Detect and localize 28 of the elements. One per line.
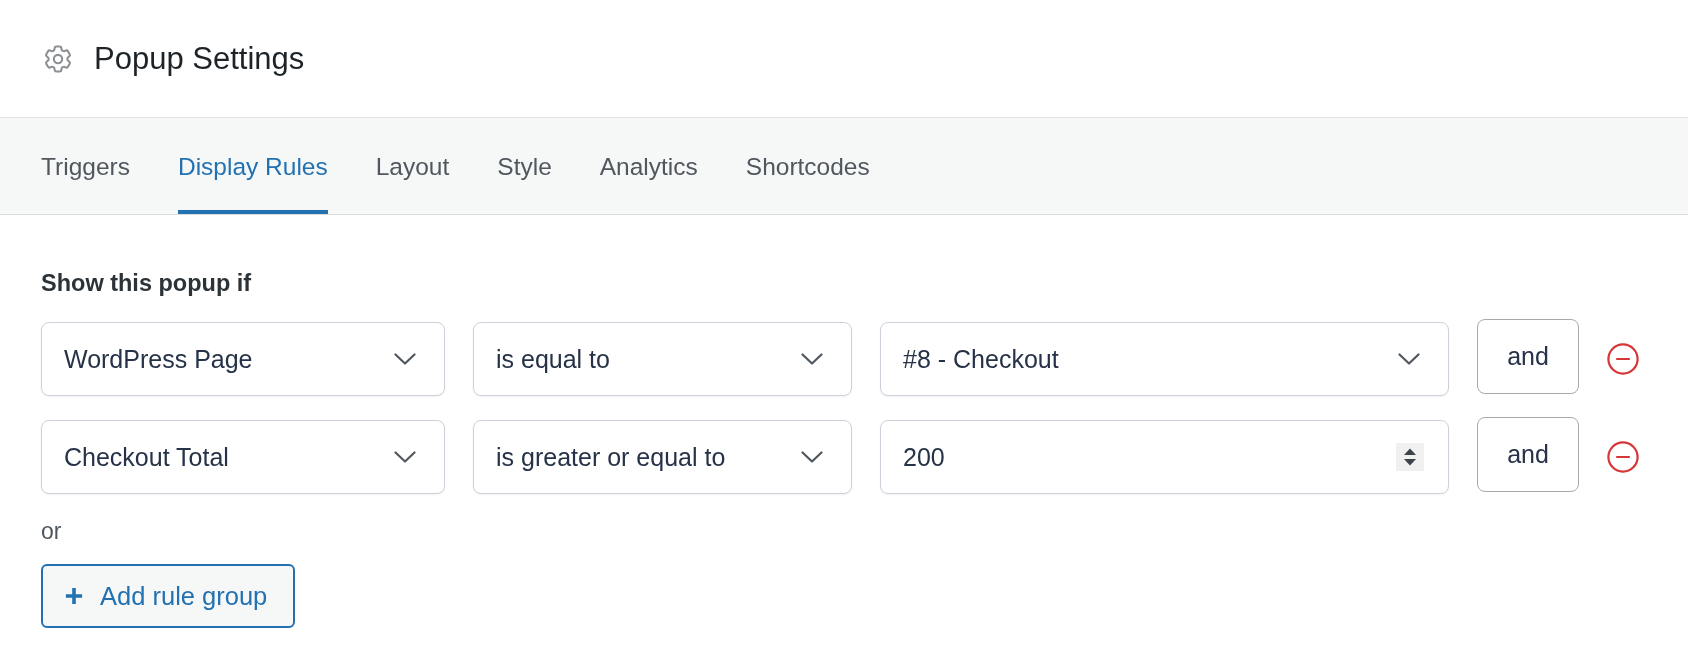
- page-title: Popup Settings: [94, 40, 305, 77]
- tab[interactable]: Style: [497, 118, 552, 214]
- number-field[interactable]: 200: [880, 420, 1449, 494]
- chevron-down-icon: [1398, 353, 1420, 365]
- chevron-down-icon: [394, 451, 416, 463]
- tab[interactable]: Display Rules: [177, 118, 328, 214]
- dropdown[interactable]: #8 - Checkout: [880, 322, 1449, 396]
- add-rule-group-button[interactable]: Add rule group: [41, 564, 295, 628]
- or-label: or: [41, 517, 63, 545]
- dropdown[interactable]: WordPress Page: [41, 322, 445, 396]
- chevron-down-icon: [801, 353, 823, 365]
- tab[interactable]: Layout: [375, 118, 450, 214]
- tab[interactable]: Triggers: [41, 118, 130, 214]
- dropdown[interactable]: Checkout Total: [41, 420, 445, 494]
- plus-icon: [65, 587, 83, 605]
- rules-heading: Show this popup if: [41, 269, 253, 297]
- chevron-down-icon: [394, 353, 416, 365]
- stepper-icon[interactable]: [1396, 443, 1424, 471]
- tab[interactable]: Analytics: [599, 118, 698, 214]
- chevron-down-icon: [801, 451, 823, 463]
- settings-icon: [43, 44, 73, 73]
- dropdown[interactable]: is equal to: [473, 322, 852, 396]
- tab[interactable]: Shortcodes: [745, 118, 870, 214]
- remove-icon[interactable]: [1607, 343, 1639, 375]
- and-button[interactable]: and: [1477, 416, 1579, 492]
- and-button[interactable]: and: [1477, 318, 1579, 394]
- remove-icon[interactable]: [1607, 441, 1639, 473]
- dropdown[interactable]: is greater or equal to: [473, 420, 852, 494]
